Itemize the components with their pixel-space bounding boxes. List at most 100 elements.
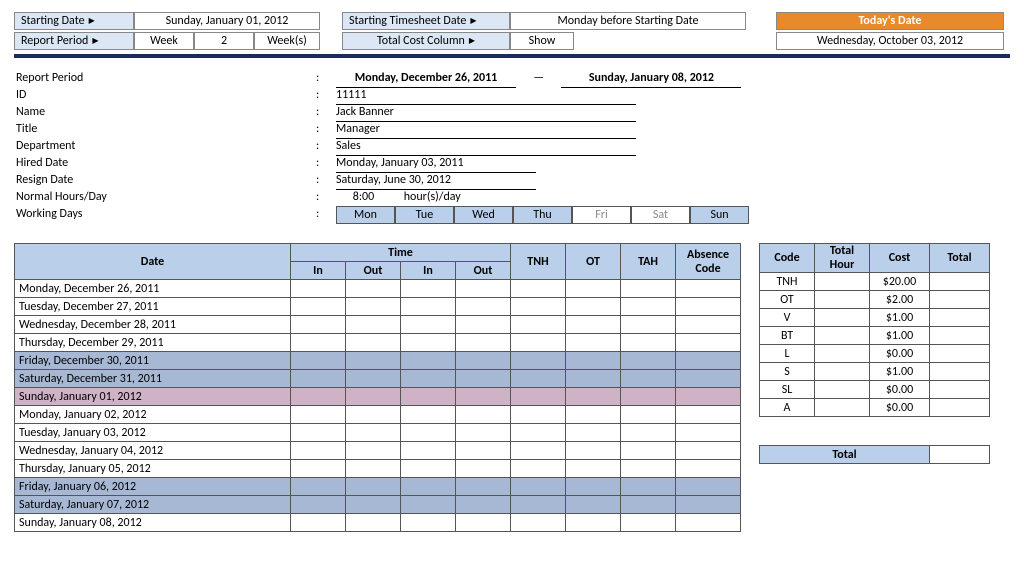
ts-cell[interactable] — [346, 406, 401, 424]
ts-cell[interactable] — [676, 460, 741, 478]
ts-cell[interactable] — [511, 496, 566, 514]
ts-cell[interactable] — [511, 442, 566, 460]
ts-cell[interactable] — [621, 514, 676, 532]
starting-timesheet-value[interactable]: Monday before Starting Date — [510, 12, 746, 30]
ts-cell[interactable] — [621, 388, 676, 406]
ts-cell[interactable] — [456, 352, 511, 370]
working-day-thu[interactable]: Thu — [513, 206, 572, 224]
name-value[interactable]: Jack Banner — [336, 104, 636, 122]
ts-cell[interactable] — [511, 280, 566, 298]
ts-cell[interactable] — [621, 442, 676, 460]
ts-cell[interactable] — [401, 424, 456, 442]
ts-cell[interactable] — [566, 370, 621, 388]
ts-cell[interactable] — [621, 298, 676, 316]
working-day-tue[interactable]: Tue — [395, 206, 454, 224]
ts-cell[interactable] — [621, 334, 676, 352]
ts-cell[interactable] — [456, 514, 511, 532]
dept-value[interactable]: Sales — [336, 138, 636, 156]
ts-cell[interactable] — [346, 424, 401, 442]
ts-cell[interactable] — [621, 316, 676, 334]
ts-cell[interactable] — [566, 514, 621, 532]
ts-cell[interactable] — [401, 496, 456, 514]
ts-cell[interactable] — [676, 370, 741, 388]
ts-cell[interactable] — [456, 496, 511, 514]
ts-cell[interactable] — [676, 388, 741, 406]
ts-cell[interactable] — [291, 442, 346, 460]
ts-cell[interactable] — [676, 280, 741, 298]
ts-cell[interactable] — [291, 460, 346, 478]
ts-cell[interactable] — [676, 334, 741, 352]
ts-cell[interactable] — [456, 460, 511, 478]
ts-cell[interactable] — [401, 316, 456, 334]
ts-cell[interactable] — [346, 370, 401, 388]
ts-cell[interactable] — [346, 514, 401, 532]
ts-cell[interactable] — [621, 478, 676, 496]
ts-cell[interactable] — [456, 280, 511, 298]
ts-cell[interactable] — [511, 334, 566, 352]
ts-cell[interactable] — [401, 280, 456, 298]
total-cost-value[interactable]: Show — [510, 32, 574, 50]
ts-cell[interactable] — [291, 316, 346, 334]
ts-cell[interactable] — [291, 424, 346, 442]
ts-cell[interactable] — [511, 316, 566, 334]
ts-cell[interactable] — [346, 442, 401, 460]
ts-cell[interactable] — [456, 424, 511, 442]
ts-cell[interactable] — [621, 280, 676, 298]
ts-cell[interactable] — [566, 478, 621, 496]
ts-cell[interactable] — [401, 460, 456, 478]
ts-cell[interactable] — [456, 388, 511, 406]
ts-cell[interactable] — [401, 442, 456, 460]
week-value[interactable]: 2 — [194, 32, 254, 50]
ts-cell[interactable] — [346, 388, 401, 406]
ts-cell[interactable] — [291, 514, 346, 532]
working-day-fri[interactable]: Fri — [572, 206, 631, 224]
working-day-mon[interactable]: Mon — [336, 206, 395, 224]
ts-cell[interactable] — [291, 496, 346, 514]
ts-cell[interactable] — [511, 388, 566, 406]
ts-cell[interactable] — [676, 496, 741, 514]
ts-cell[interactable] — [676, 514, 741, 532]
ts-cell[interactable] — [291, 478, 346, 496]
ts-cell[interactable] — [676, 298, 741, 316]
ts-cell[interactable] — [566, 460, 621, 478]
ts-cell[interactable] — [401, 406, 456, 424]
ts-cell[interactable] — [401, 298, 456, 316]
id-value[interactable]: 11111 — [336, 87, 636, 105]
ts-cell[interactable] — [566, 298, 621, 316]
hired-value[interactable]: Monday, January 03, 2011 — [336, 155, 536, 173]
ts-cell[interactable] — [456, 298, 511, 316]
ts-cell[interactable] — [456, 478, 511, 496]
ts-cell[interactable] — [346, 316, 401, 334]
ts-cell[interactable] — [401, 388, 456, 406]
ts-cell[interactable] — [566, 442, 621, 460]
ts-cell[interactable] — [621, 370, 676, 388]
title-value[interactable]: Manager — [336, 121, 636, 139]
ts-cell[interactable] — [291, 280, 346, 298]
working-day-wed[interactable]: Wed — [454, 206, 513, 224]
ts-cell[interactable] — [346, 334, 401, 352]
ts-cell[interactable] — [346, 280, 401, 298]
working-day-sun[interactable]: Sun — [690, 206, 749, 224]
ts-cell[interactable] — [566, 424, 621, 442]
resign-value[interactable]: Saturday, June 30, 2012 — [336, 172, 536, 190]
ts-cell[interactable] — [401, 352, 456, 370]
ts-cell[interactable] — [346, 298, 401, 316]
ts-cell[interactable] — [566, 496, 621, 514]
ts-cell[interactable] — [291, 406, 346, 424]
ts-cell[interactable] — [566, 334, 621, 352]
ts-cell[interactable] — [566, 388, 621, 406]
ts-cell[interactable] — [511, 514, 566, 532]
ts-cell[interactable] — [676, 424, 741, 442]
ts-cell[interactable] — [676, 442, 741, 460]
ts-cell[interactable] — [401, 334, 456, 352]
ts-cell[interactable] — [291, 388, 346, 406]
ts-cell[interactable] — [676, 352, 741, 370]
ts-cell[interactable] — [621, 460, 676, 478]
ts-cell[interactable] — [676, 406, 741, 424]
ts-cell[interactable] — [346, 460, 401, 478]
ts-cell[interactable] — [511, 406, 566, 424]
ts-cell[interactable] — [511, 424, 566, 442]
ts-cell[interactable] — [346, 478, 401, 496]
normal-value[interactable]: 8:00 — [336, 189, 391, 207]
starting-date-value[interactable]: Sunday, January 01, 2012 — [134, 12, 320, 30]
